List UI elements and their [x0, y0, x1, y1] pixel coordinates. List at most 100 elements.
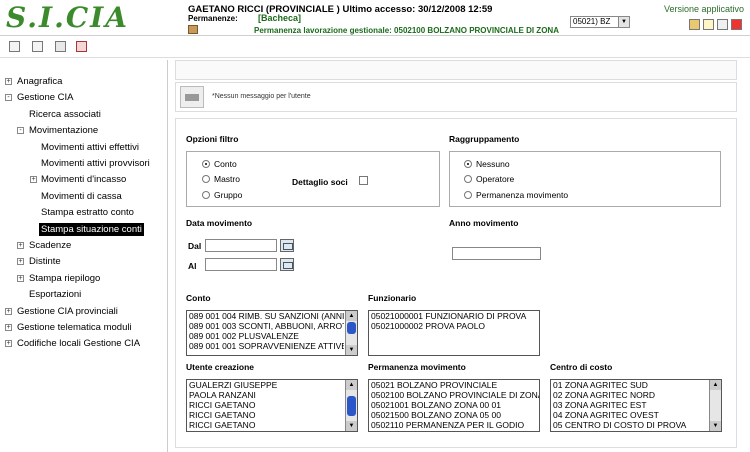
expand-icon[interactable]: + — [5, 324, 12, 331]
sidebar-item[interactable]: Anagrafica — [17, 75, 62, 88]
sidebar-item[interactable]: Stampa situazione conti — [39, 222, 144, 236]
home-icon[interactable] — [717, 19, 728, 30]
expand-icon[interactable]: + — [5, 340, 12, 348]
expand-icon[interactable]: + — [17, 274, 24, 282]
list-item[interactable]: GUALERZI GIUSEPPE — [187, 380, 344, 390]
list-item[interactable]: 089 001 003 SCONTI, ABBUONI, ARROTON — [187, 321, 344, 331]
permanenza-select[interactable]: 05021) BZ ▼ — [570, 16, 630, 28]
sidebar-item[interactable]: Codifiche locali Gestione CIA — [17, 337, 140, 350]
dettaglio-soci-label: Dettaglio soci — [292, 177, 348, 187]
collapse-icon[interactable]: - — [17, 127, 24, 135]
sidebar-item[interactable]: Esportazioni — [29, 288, 81, 301]
scroll-down-icon[interactable]: ▼ — [710, 421, 721, 431]
list-item[interactable]: 089 001 004 RIMB. SU SANZIONI (ANNI PR — [187, 311, 344, 321]
permanenza-movimento-list[interactable]: 05021 BOLZANO PROVINCIALE 0502100 BOLZANO… — [368, 379, 540, 432]
utente-scrollbar[interactable]: ▲ ▼ — [345, 380, 357, 431]
list-item[interactable]: 0502110 PERMANENZA PER IL GODIO — [369, 420, 539, 430]
bookmark-icon[interactable] — [76, 41, 87, 52]
scroll-thumb[interactable] — [347, 322, 356, 334]
sidebar-item[interactable]: Gestione telematica moduli — [17, 321, 132, 334]
scroll-up-icon[interactable]: ▲ — [346, 311, 357, 321]
list-item[interactable]: 05021000002 PROVA PAOLO — [369, 321, 539, 331]
scroll-down-icon[interactable]: ▼ — [346, 421, 357, 431]
sidebar-item[interactable]: Ricerca associati — [29, 108, 101, 121]
list-item[interactable]: RICCI GAETANO — [187, 420, 344, 430]
list-item[interactable]: 089 001 002 PLUSVALENZE — [187, 331, 344, 341]
expand-icon[interactable]: + — [17, 258, 24, 266]
expand-icon[interactable]: + — [30, 176, 37, 184]
scroll-down-icon[interactable]: ▼ — [346, 345, 357, 355]
versione-link[interactable]: Versione applicativo — [664, 4, 744, 14]
radio-off-icon — [202, 174, 210, 183]
exit-icon[interactable] — [731, 19, 742, 30]
dal-input[interactable] — [205, 239, 277, 252]
utente-creazione-heading: Utente creazione — [186, 362, 255, 372]
list-item[interactable]: 089 001 001 SOPRAVVENIENZE ATTIVE — [187, 341, 344, 351]
sidebar-item[interactable]: Movimentazione — [29, 124, 98, 137]
collapse-icon[interactable]: - — [5, 94, 12, 102]
list-item[interactable]: PAOLA RANZANI — [187, 390, 344, 400]
list-item[interactable]: 01 ZONA AGRITEC SUD — [551, 380, 708, 390]
utente-creazione-list[interactable]: GUALERZI GIUSEPPE PAOLA RANZANI RICCI GAET… — [186, 379, 358, 432]
centro-scrollbar[interactable]: ▲ ▼ — [709, 380, 721, 431]
sidebar-item[interactable]: Movimenti attivi effettivi — [41, 141, 139, 154]
calendar-icon[interactable] — [280, 258, 294, 271]
anno-movimento-input[interactable] — [452, 247, 541, 260]
list-item[interactable]: 03 ZONA AGRITEC EST — [551, 400, 708, 410]
app-logo: S.I.CIA — [6, 1, 129, 34]
list-item[interactable]: 05 CENTRO DI COSTO DI PROVA — [551, 420, 708, 430]
radio-conto[interactable]: Conto — [202, 159, 237, 169]
centro-di-costo-list[interactable]: 01 ZONA AGRITEC SUD 02 ZONA AGRITEC NORD 0… — [550, 379, 722, 432]
sidebar-item[interactable]: Movimenti di cassa — [41, 190, 122, 203]
sidebar-item[interactable]: Distinte — [29, 255, 61, 268]
collapse-tree-icon[interactable] — [32, 41, 43, 52]
sidebar-item[interactable]: Gestione CIA provinciali — [17, 305, 118, 318]
radio-mastro[interactable]: Mastro — [202, 174, 240, 184]
al-input[interactable] — [205, 258, 277, 271]
permanenze-value[interactable]: [Bacheca] — [258, 13, 301, 23]
list-item[interactable]: RICCI GAETANO — [187, 400, 344, 410]
list-item[interactable]: 05021500 BOLZANO ZONA 05 00 — [369, 410, 539, 420]
funzionario-list[interactable]: 05021000001 FUNZIONARIO DI PROVA 05021000… — [368, 310, 540, 356]
expand-icon[interactable]: + — [5, 78, 12, 85]
list-item[interactable]: 0502100 BOLZANO PROVINCIALE DI ZONA — [369, 390, 539, 400]
message-row: *Nessun messaggio per l'utente — [175, 82, 737, 112]
sidebar-item[interactable]: Stampa riepilogo — [29, 272, 100, 285]
sidebar-item[interactable]: Stampa estratto conto — [41, 206, 134, 219]
conto-scrollbar[interactable]: ▲ ▼ — [345, 311, 357, 355]
calendar-icon[interactable] — [280, 239, 294, 252]
expand-icon[interactable]: + — [5, 307, 12, 315]
list-item[interactable]: 05021 BOLZANO PROVINCIALE — [369, 380, 539, 390]
scroll-up-icon[interactable]: ▲ — [346, 380, 357, 390]
scroll-up-icon[interactable]: ▲ — [710, 380, 721, 390]
list-item[interactable]: 04 ZONA AGRITEC OVEST — [551, 410, 708, 420]
printer-icon[interactable] — [180, 86, 204, 108]
radio-mastro-label: Mastro — [214, 174, 240, 184]
sidebar-item[interactable]: Movimenti d'incasso — [41, 173, 126, 186]
sidebar-item[interactable]: Movimenti attivi provvisori — [41, 157, 150, 170]
radio-permanenza[interactable]: Permanenza movimento — [464, 190, 568, 200]
sidebar-item[interactable]: Gestione CIA — [17, 91, 74, 104]
radio-operatore[interactable]: Operatore — [464, 174, 514, 184]
list-item[interactable]: 05021001 BOLZANO ZONA 00 01 — [369, 400, 539, 410]
dettaglio-soci-checkbox[interactable] — [359, 176, 368, 185]
radio-nessuno[interactable]: Nessuno — [464, 159, 510, 169]
list-item[interactable]: 05021000001 FUNZIONARIO DI PROVA — [369, 311, 539, 321]
document-icon[interactable] — [703, 19, 714, 30]
chevron-down-icon[interactable]: ▼ — [618, 17, 629, 27]
page-icon[interactable] — [55, 41, 66, 52]
radio-operatore-label: Operatore — [476, 174, 515, 184]
radio-off-icon — [202, 190, 210, 199]
radio-on-icon — [202, 159, 210, 168]
opzioni-filtro-heading: Opzioni filtro — [186, 134, 239, 144]
message-text: *Nessun messaggio per l'utente — [212, 93, 311, 100]
expand-tree-icon[interactable] — [9, 41, 20, 52]
list-item[interactable]: RICCI GAETANO — [187, 410, 344, 420]
list-item[interactable]: 02 ZONA AGRITEC NORD — [551, 390, 708, 400]
conto-list[interactable]: 089 001 004 RIMB. SU SANZIONI (ANNI PR 08… — [186, 310, 358, 356]
expand-icon[interactable]: + — [17, 242, 24, 249]
sidebar-item[interactable]: Scadenze — [29, 239, 71, 252]
scroll-thumb[interactable] — [347, 396, 356, 416]
radio-gruppo[interactable]: Gruppo — [202, 190, 242, 200]
folder-icon[interactable] — [689, 19, 700, 30]
